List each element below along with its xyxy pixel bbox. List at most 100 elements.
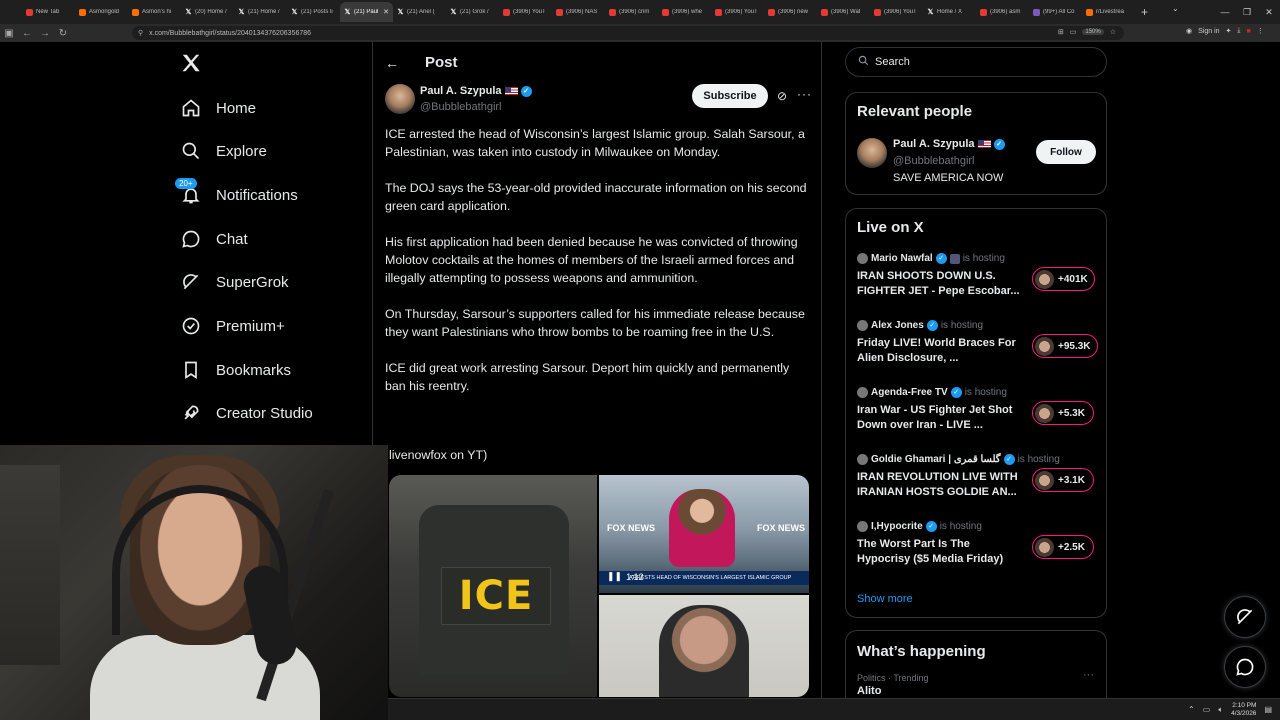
nav-supergrok[interactable]: SuperGrok: [180, 267, 289, 297]
nav-chat[interactable]: Chat: [180, 224, 248, 254]
live-listener-count[interactable]: +95.3K: [1032, 334, 1098, 358]
ublock-icon[interactable]: ■: [1247, 28, 1251, 35]
browser-tab[interactable]: (3906) crim: [605, 2, 658, 22]
post-paragraph: On Thursday, Sarsour’s supporters called…: [385, 307, 805, 339]
sidebar-toggle-icon[interactable]: ▣: [0, 28, 18, 39]
post-header: ← Post: [385, 54, 458, 71]
browser-tab[interactable]: (3906) NAS: [552, 2, 605, 22]
live-listener-count[interactable]: +5.3K: [1032, 401, 1094, 425]
browser-tab[interactable]: Asmon's hi: [128, 2, 181, 22]
live-title: The Worst Part Is The Hypocrisy ($5 Medi…: [857, 538, 1004, 565]
back-arrow-icon[interactable]: ←: [385, 55, 401, 71]
browser-tab[interactable]: 𝕏 (21) Grok /: [446, 2, 499, 22]
grok-explain-icon[interactable]: ⊘: [777, 89, 787, 103]
us-flag-icon: [504, 87, 518, 95]
relevant-person-handle[interactable]: @Bubblebathgirl: [893, 155, 975, 167]
relevant-person-name-row[interactable]: Paul A. Szypula ✓: [893, 138, 1005, 150]
browser-tab[interactable]: (3906) whe: [658, 2, 711, 22]
post-paragraph: ICE arrested the head of Wisconsin’s lar…: [385, 127, 805, 159]
new-tab-button[interactable]: +: [1141, 5, 1153, 19]
browser-tab[interactable]: New Tab: [22, 2, 75, 22]
host-affiliate-icon: [949, 253, 960, 264]
browser-tab[interactable]: 𝕏 Home / X: [923, 2, 976, 22]
profile-icon[interactable]: ◉: [1186, 27, 1192, 35]
x-logo[interactable]: [180, 52, 202, 74]
more-options-icon[interactable]: ···: [797, 87, 812, 101]
minimize-button[interactable]: —: [1214, 7, 1236, 17]
live-item[interactable]: I,Hypocrite ✓ is hosting The Worst Part …: [857, 521, 1097, 577]
trend-more-icon[interactable]: ···: [1083, 669, 1094, 681]
url-field[interactable]: ⚲ x.com/Bubblebathgirl/status/2040134376…: [132, 26, 1124, 40]
browser-tab[interactable]: (99+) All Co: [1029, 2, 1082, 22]
live-listener-count[interactable]: +3.1K: [1032, 468, 1094, 492]
site-info-icon[interactable]: ⚲: [138, 29, 143, 37]
host-avatar: [857, 454, 868, 465]
browser-tab[interactable]: Asmongold: [75, 2, 128, 22]
browser-tab[interactable]: 𝕏 (21) Posts li: [287, 2, 340, 22]
search-input[interactable]: Search: [845, 47, 1107, 77]
close-tab-icon[interactable]: ✕: [383, 8, 389, 16]
pause-icon[interactable]: ❚❚: [607, 571, 622, 582]
browser-tab[interactable]: (3906) YouT: [499, 2, 552, 22]
browser-tab[interactable]: (3906) asm: [976, 2, 1029, 22]
extensions-icon[interactable]: ✦: [1226, 27, 1232, 35]
notification-center-icon[interactable]: ▤: [1264, 705, 1272, 714]
browser-tab[interactable]: 𝕏 (21) Home /: [234, 2, 287, 22]
video-timestamp[interactable]: ❚❚ 1:12: [607, 571, 644, 582]
show-more-link[interactable]: Show more: [857, 593, 913, 605]
author-handle[interactable]: @Bubblebathgirl: [420, 101, 502, 113]
media-mugshot[interactable]: [599, 595, 809, 697]
browser-tab[interactable]: (3906) Wat: [817, 2, 870, 22]
forward-button[interactable]: →: [36, 28, 54, 39]
live-host-row: Mario Nawfal ✓ is hosting: [857, 253, 1005, 264]
reload-button[interactable]: ↻: [54, 28, 72, 39]
screen-icon[interactable]: ▭: [1070, 28, 1077, 36]
menu-icon[interactable]: ⋮: [1257, 27, 1264, 35]
media-ice-photo[interactable]: ICE: [389, 475, 597, 697]
tray-chevron-icon[interactable]: ⌃: [1188, 705, 1195, 714]
post-text: ICE arrested the head of Wisconsin’s lar…: [385, 125, 809, 413]
maximize-button[interactable]: ❐: [1236, 7, 1258, 18]
live-item[interactable]: Agenda-Free TV ✓ is hosting Iran War - U…: [857, 387, 1097, 443]
live-item[interactable]: Mario Nawfal ✓ is hosting IRAN SHOOTS DO…: [857, 253, 1097, 309]
grok-fab-button[interactable]: [1224, 596, 1266, 638]
browser-tab[interactable]: (3906) new: [764, 2, 817, 22]
live-item[interactable]: Goldie Ghamari | گلسا قمری ✓ is hosting …: [857, 454, 1097, 510]
browser-tab[interactable]: r/Livestrea: [1082, 2, 1135, 22]
bookmark-star-icon[interactable]: ☆: [1110, 28, 1116, 36]
signin-label[interactable]: Sign in: [1198, 28, 1219, 35]
tab-search-chevron-icon[interactable]: ⌄: [1172, 4, 1179, 13]
browser-tab[interactable]: 𝕏 (21) Paul ✕: [340, 2, 393, 22]
media-fox-video[interactable]: FOX NEWS FOX NEWS ARRESTS HEAD OF WISCON…: [599, 475, 809, 593]
taskbar-clock[interactable]: 2:10 PM 4/3/2026: [1231, 702, 1256, 718]
downloads-icon[interactable]: ⤓: [1237, 27, 1240, 35]
browser-tab[interactable]: 𝕏 (21) Ariel (: [393, 2, 446, 22]
author-name-row[interactable]: Paul A. Szypula ✓: [420, 85, 532, 97]
follow-button[interactable]: Follow: [1036, 140, 1096, 164]
nav-explore[interactable]: Explore: [180, 136, 267, 166]
zoom-level[interactable]: 150%: [1082, 29, 1104, 35]
author-avatar[interactable]: [385, 84, 415, 114]
nav-bookmarks[interactable]: Bookmarks: [180, 355, 291, 385]
volume-icon[interactable]: 🔈︎: [1218, 705, 1223, 715]
close-window-button[interactable]: ✕: [1258, 7, 1280, 18]
live-listener-count[interactable]: +2.5K: [1032, 535, 1094, 559]
network-icon[interactable]: ▭: [1203, 705, 1211, 714]
live-listener-count[interactable]: +401K: [1032, 267, 1095, 291]
address-bar-row: ▣ ← → ↻ ⚲ x.com/Bubblebathgirl/status/20…: [0, 24, 1280, 42]
browser-tab[interactable]: 𝕏 (20) Home /: [181, 2, 234, 22]
nav-home[interactable]: Home: [180, 93, 256, 123]
live-item[interactable]: Alex Jones ✓ is hosting Friday LIVE! Wor…: [857, 320, 1098, 376]
premium-icon: [180, 315, 202, 337]
trend-topic[interactable]: Alito: [857, 685, 881, 697]
subscribe-button[interactable]: Subscribe: [692, 84, 768, 108]
back-button[interactable]: ←: [18, 28, 36, 39]
install-app-icon[interactable]: ⊞: [1058, 28, 1064, 36]
browser-tab[interactable]: (3906) YouT: [711, 2, 764, 22]
nav-premium[interactable]: Premium+: [180, 311, 285, 341]
nav-notifications[interactable]: 20+ Notifications: [175, 178, 298, 210]
nav-creator-studio[interactable]: Creator Studio: [180, 398, 313, 428]
messages-fab-button[interactable]: [1224, 646, 1266, 688]
relevant-person-avatar[interactable]: [857, 138, 887, 168]
browser-tab[interactable]: (3906) YouT: [870, 2, 923, 22]
